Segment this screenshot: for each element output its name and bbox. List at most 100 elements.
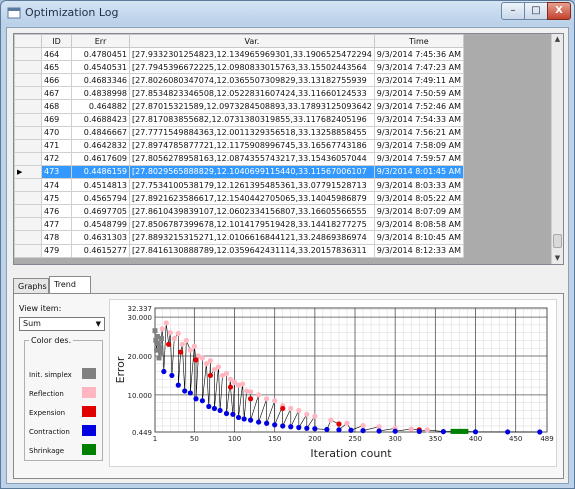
cell-err[interactable]: 0.4683346 (71, 73, 130, 88)
cell-time[interactable]: 9/3/2014 7:54:33 AM (373, 112, 465, 127)
log-grid[interactable]: ID Err Var. Time 464 0.4780451 [27.9332301… (13, 33, 564, 265)
table-row[interactable]: 474 0.4514813 [27.7534100538179,12.1261395… (14, 178, 465, 193)
table-row[interactable]: 464 0.4780451 [27.9332301254823,12.1349659… (14, 47, 465, 62)
cell-id[interactable]: 464 (41, 47, 72, 62)
table-row[interactable]: ▶ 473 0.4486159 [27.8029565888829,12.104069… (14, 164, 465, 180)
row-selector[interactable] (14, 99, 42, 114)
scroll-down-icon[interactable]: ▼ (552, 253, 563, 264)
cell-id[interactable]: 473 (41, 164, 72, 180)
cell-err[interactable]: 0.4697705 (71, 204, 130, 219)
table-row[interactable]: 471 0.4642832 [27.8974785877721,12.1175908… (14, 138, 465, 153)
table-row[interactable]: 466 0.4683346 [27.8026080347074,12.0365507… (14, 73, 465, 88)
column-header-var[interactable]: Var. (129, 34, 375, 49)
table-row[interactable]: 475 0.4565794 [27.8921623586617,12.1540442… (14, 191, 465, 206)
table-row[interactable]: 470 0.4846667 [27.7771549884363,12.0011329… (14, 125, 465, 140)
cell-time[interactable]: 9/3/2014 8:03:33 AM (373, 178, 465, 193)
cell-id[interactable]: 477 (41, 217, 72, 232)
row-selector[interactable] (14, 138, 42, 153)
row-selector[interactable] (14, 60, 42, 75)
cell-var[interactable]: [27.8610439839107,12.0602334156807,33.16… (129, 204, 375, 219)
cell-time[interactable]: 9/3/2014 7:49:11 AM (373, 73, 465, 88)
cell-time[interactable]: 9/3/2014 8:01:45 AM (373, 164, 465, 180)
cell-var[interactable]: [27.7771549884363,12.0011329356518,33.13… (129, 125, 375, 140)
cell-id[interactable]: 475 (41, 191, 72, 206)
cell-id[interactable]: 479 (41, 243, 72, 258)
row-selector[interactable] (14, 243, 42, 258)
column-header-time[interactable]: Time (373, 34, 465, 49)
cell-id[interactable]: 466 (41, 73, 72, 88)
cell-time[interactable]: 9/3/2014 7:59:57 AM (373, 151, 465, 166)
table-row[interactable]: 472 0.4617609 [27.8056278958163,12.0874355… (14, 151, 465, 166)
cell-var[interactable]: [27.8416130888789,12.0359642431114,33.20… (129, 243, 375, 258)
cell-var[interactable]: [27.7534100538179,12.1261395485361,33.07… (129, 178, 375, 193)
grid-vertical-scrollbar[interactable]: ▲ ▼ (551, 34, 563, 264)
cell-err[interactable]: 0.4565794 (71, 191, 130, 206)
row-selector[interactable] (14, 204, 42, 219)
cell-time[interactable]: 9/3/2014 8:05:22 AM (373, 191, 465, 206)
cell-err[interactable]: 0.4780451 (71, 47, 130, 62)
cell-time[interactable]: 9/3/2014 7:52:46 AM (373, 99, 465, 114)
cell-err[interactable]: 0.4642832 (71, 138, 130, 153)
cell-id[interactable]: 474 (41, 178, 72, 193)
cell-err[interactable]: 0.4631303 (71, 230, 130, 245)
cell-err[interactable]: 0.4486159 (71, 164, 130, 180)
table-row[interactable]: 476 0.4697705 [27.8610439839107,12.0602334… (14, 204, 465, 219)
cell-time[interactable]: 9/3/2014 8:10:45 AM (373, 230, 465, 245)
cell-var[interactable]: [27.8029565888829,12.1040699115440,33.11… (129, 164, 375, 180)
cell-time[interactable]: 9/3/2014 7:56:21 AM (373, 125, 465, 140)
cell-var[interactable]: [27.817083855682,12.0731380319855,33.117… (129, 112, 375, 127)
cell-var[interactable]: [27.8921623586617,12.1540442705065,33.14… (129, 191, 375, 206)
row-selector[interactable] (14, 112, 42, 127)
cell-var[interactable]: [27.8534823346508,12.0522831607424,33.11… (129, 86, 375, 101)
row-selector[interactable] (14, 125, 42, 140)
cell-err[interactable]: 0.4688423 (71, 112, 130, 127)
tab-trend-chart[interactable]: Trend chart (49, 276, 91, 304)
cell-id[interactable]: 472 (41, 151, 72, 166)
cell-err[interactable]: 0.4846667 (71, 125, 130, 140)
maximize-button[interactable]: □ (524, 2, 548, 20)
cell-var[interactable]: [27.8974785877721,12.1175908996745,33.16… (129, 138, 375, 153)
cell-err[interactable]: 0.4514813 (71, 178, 130, 193)
scroll-thumb[interactable] (553, 234, 562, 248)
row-selector[interactable]: ▶ (14, 164, 42, 180)
table-row[interactable]: 478 0.4631303 [27.8893215315271,12.0106616… (14, 230, 465, 245)
row-selector[interactable] (14, 73, 42, 88)
cell-var[interactable]: [27.87015321589,12.0973284508893,33.1789… (129, 99, 375, 114)
cell-time[interactable]: 9/3/2014 7:50:59 AM (373, 86, 465, 101)
cell-id[interactable]: 469 (41, 112, 72, 127)
row-selector[interactable] (14, 178, 42, 193)
table-row[interactable]: 467 0.4838998 [27.8534823346508,12.0522831… (14, 86, 465, 101)
cell-time[interactable]: 9/3/2014 7:45:36 AM (373, 47, 465, 62)
cell-time[interactable]: 9/3/2014 7:47:23 AM (373, 60, 465, 75)
chevron-down-icon[interactable]: ▼ (96, 318, 101, 330)
tab-graphs[interactable]: Graphs (13, 278, 49, 294)
cell-var[interactable]: [27.8506787399678,12.1014179519428,33.14… (129, 217, 375, 232)
minimize-button[interactable]: – (501, 2, 525, 20)
cell-id[interactable]: 471 (41, 138, 72, 153)
view-item-select[interactable]: Sum ▼ (19, 317, 105, 331)
table-row[interactable]: 465 0.4540531 [27.7945396672225,12.0980833… (14, 60, 465, 75)
cell-id[interactable]: 470 (41, 125, 72, 140)
cell-var[interactable]: [27.9332301254823,12.134965969301,33.190… (129, 47, 375, 62)
column-header-err[interactable]: Err (71, 34, 130, 49)
table-row[interactable]: 479 0.4615277 [27.8416130888789,12.0359642… (14, 243, 465, 258)
row-selector[interactable] (14, 217, 42, 232)
table-row[interactable]: 468 0.464882 [27.87015321589,12.0973284508… (14, 99, 465, 114)
cell-id[interactable]: 476 (41, 204, 72, 219)
title-bar[interactable]: Optimization Log – □ X (1, 1, 574, 25)
table-row[interactable]: 477 0.4548799 [27.8506787399678,12.1014179… (14, 217, 465, 232)
cell-err[interactable]: 0.4615277 (71, 243, 130, 258)
table-row[interactable]: 469 0.4688423 [27.817083855682,12.07313803… (14, 112, 465, 127)
cell-err[interactable]: 0.4540531 (71, 60, 130, 75)
cell-var[interactable]: [27.7945396672225,12.0980833015763,33.15… (129, 60, 375, 75)
row-selector[interactable] (14, 230, 42, 245)
cell-time[interactable]: 9/3/2014 8:08:58 AM (373, 217, 465, 232)
cell-var[interactable]: [27.8026080347074,12.0365507309829,33.13… (129, 73, 375, 88)
cell-id[interactable]: 467 (41, 86, 72, 101)
scroll-up-icon[interactable]: ▲ (552, 34, 563, 45)
row-selector[interactable] (14, 151, 42, 166)
cell-err[interactable]: 0.4617609 (71, 151, 130, 166)
cell-id[interactable]: 465 (41, 60, 72, 75)
cell-time[interactable]: 9/3/2014 8:07:09 AM (373, 204, 465, 219)
close-button[interactable]: X (547, 2, 571, 20)
